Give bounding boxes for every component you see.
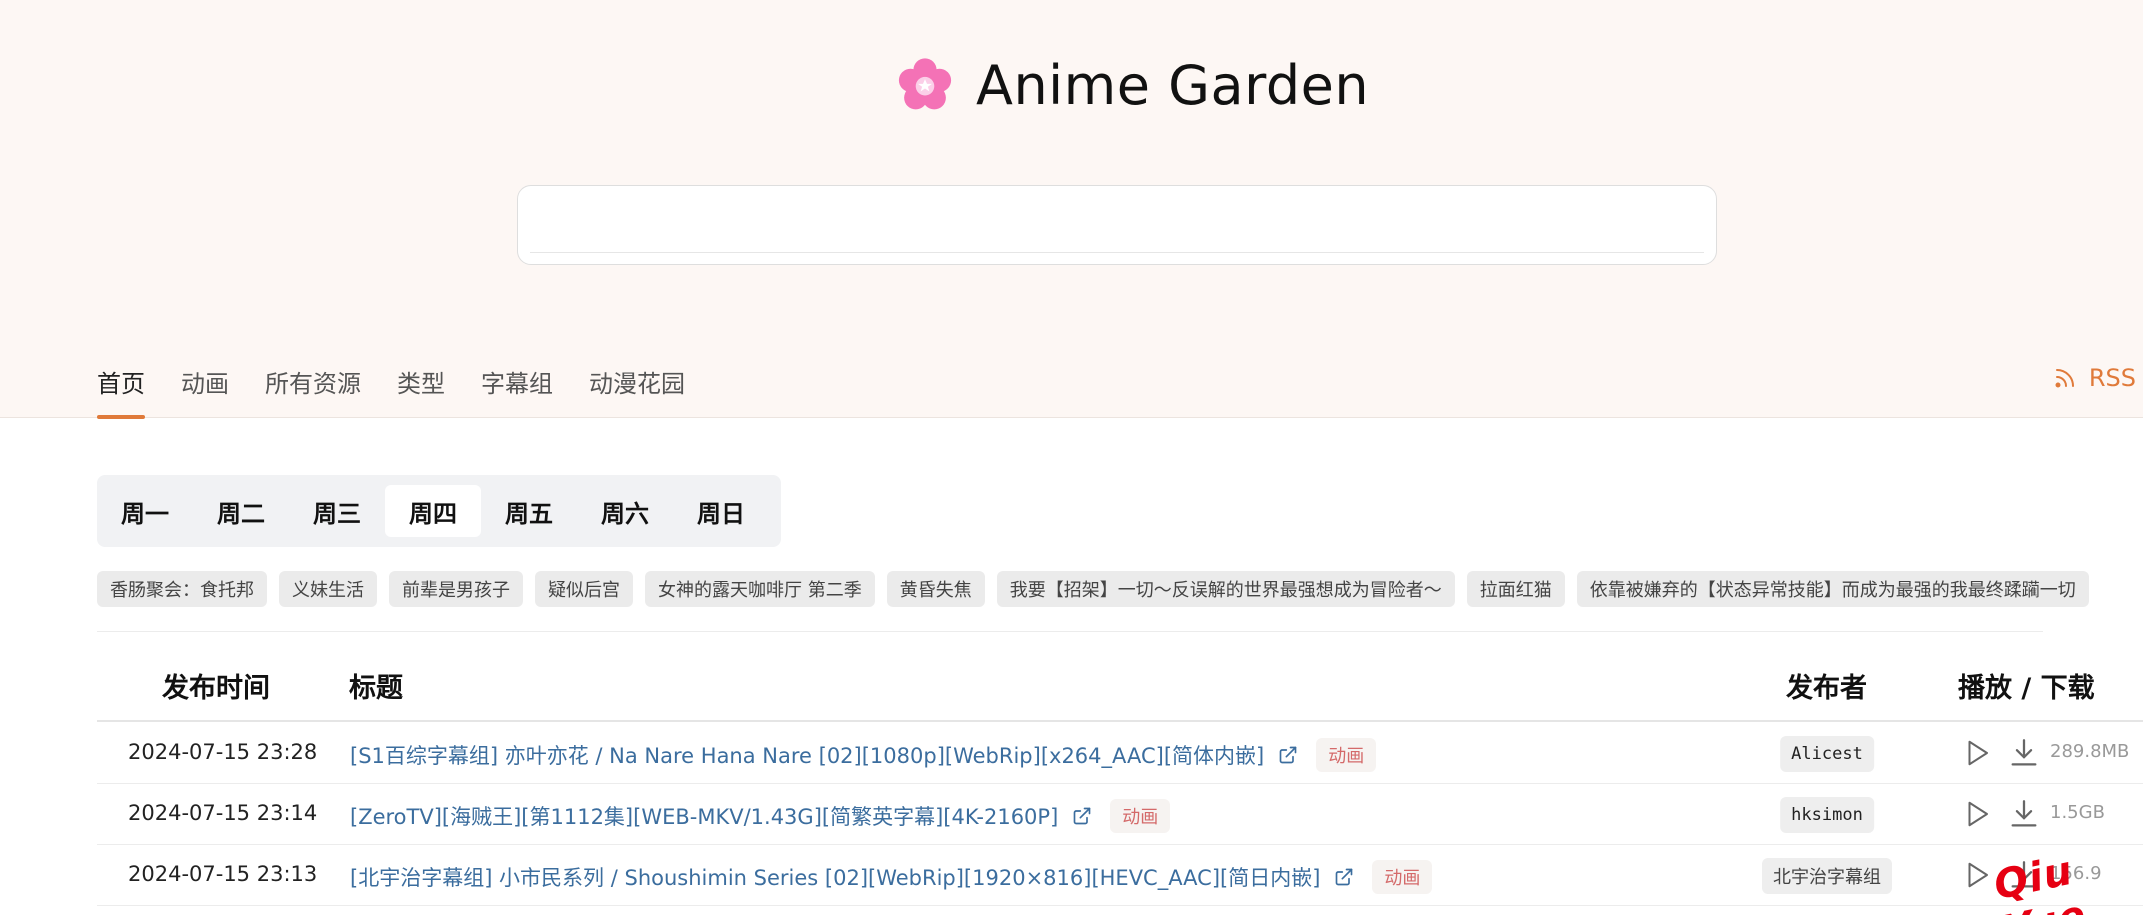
table-row: 2024-07-15 23:13 [北宇治字幕组] 小市民系列 / Shoush… bbox=[97, 845, 2143, 906]
external-link-icon[interactable] bbox=[1072, 806, 1092, 826]
search-underline bbox=[530, 252, 1704, 253]
title-cell: [北宇治字幕组] 小市民系列 / Shoushimin Series [02][… bbox=[350, 860, 1433, 894]
anime-tag-list: 香肠聚会：食托邦 义妹生活 前辈是男孩子 疑似后宫 女神的露天咖啡厅 第二季 黄… bbox=[97, 571, 2089, 607]
publish-time: 2024-07-15 23:13 bbox=[128, 862, 318, 886]
title-cell: [ZeroTV][海贼王][第1112集][WEB-MKV/1.43G][简繁英… bbox=[350, 799, 1171, 833]
anime-tag[interactable]: 义妹生活 bbox=[279, 571, 377, 607]
play-icon[interactable] bbox=[1962, 799, 1992, 829]
table-row: 2024-07-15 23:14 [ZeroTV][海贼王][第1112集][W… bbox=[97, 784, 2143, 845]
weekday-tabs: 周一 周二 周三 周四 周五 周六 周日 bbox=[97, 475, 781, 547]
publisher-badge[interactable]: hksimon bbox=[1780, 797, 1874, 833]
sakura-icon bbox=[898, 58, 952, 110]
weekday-tab-tue[interactable]: 周二 bbox=[193, 485, 289, 537]
anime-tag[interactable]: 我要【招架】一切〜反误解的世界最强想成为冒险者〜 bbox=[996, 571, 1455, 607]
col-header-time: 发布时间 bbox=[162, 673, 270, 704]
publish-time: 2024-07-15 23:14 bbox=[128, 801, 318, 825]
download-icon[interactable] bbox=[2007, 797, 2041, 831]
rss-icon bbox=[2055, 369, 2074, 388]
nav-item-all-resources[interactable]: 所有资源 bbox=[265, 364, 361, 418]
file-size: 1.5GB bbox=[2050, 802, 2105, 823]
weekday-tab-wed[interactable]: 周三 bbox=[289, 485, 385, 537]
anime-tag[interactable]: 疑似后宫 bbox=[535, 571, 633, 607]
resource-title-link[interactable]: [S1百综字幕组] 亦叶亦花 / Na Nare Hana Nare [02][… bbox=[350, 740, 1264, 770]
weekday-tab-fri[interactable]: 周五 bbox=[481, 485, 577, 537]
search-box[interactable] bbox=[517, 185, 1717, 265]
type-badge[interactable]: 动画 bbox=[1110, 799, 1171, 833]
resource-title-link[interactable]: [北宇治字幕组] 小市民系列 / Shoushimin Series [02][… bbox=[350, 862, 1320, 892]
anime-tag[interactable]: 黄昏失焦 bbox=[886, 571, 985, 607]
type-badge[interactable]: 动画 bbox=[1316, 738, 1377, 772]
download-icon[interactable] bbox=[2007, 736, 2041, 770]
nav-item-dmhy[interactable]: 动漫花园 bbox=[589, 364, 685, 418]
resource-table-header: 发布时间 标题 发布者 播放 / 下载 bbox=[97, 660, 2143, 722]
header: Anime Garden 首页 动画 所有资源 类型 字幕组 动漫花园 RSS bbox=[0, 0, 2143, 419]
external-link-icon[interactable] bbox=[1278, 745, 1298, 765]
publish-time: 2024-07-15 23:28 bbox=[128, 740, 318, 764]
external-link-icon[interactable] bbox=[1334, 867, 1354, 887]
anime-tag[interactable]: 前辈是男孩子 bbox=[389, 571, 523, 607]
nav-item-home[interactable]: 首页 bbox=[97, 364, 145, 419]
main-nav: 首页 动画 所有资源 类型 字幕组 动漫花园 bbox=[97, 364, 721, 419]
weekday-tab-thu[interactable]: 周四 bbox=[385, 485, 481, 537]
site-title: Anime Garden bbox=[976, 53, 1370, 117]
play-icon[interactable] bbox=[1962, 860, 1992, 890]
nav-item-anime[interactable]: 动画 bbox=[181, 364, 229, 418]
section-divider bbox=[97, 631, 2043, 632]
anime-tag[interactable]: 拉面红猫 bbox=[1466, 571, 1565, 607]
publisher-badge[interactable]: 北宇治字幕组 bbox=[1762, 858, 1892, 894]
table-row: 2024-07-15 23:28 [S1百综字幕组] 亦叶亦花 / Na Nar… bbox=[97, 723, 2143, 784]
nav-item-types[interactable]: 类型 bbox=[397, 364, 445, 418]
anime-tag[interactable]: 依靠被嫌弃的【状态异常技能】而成为最强的我最终蹂躏一切 bbox=[1576, 571, 2089, 607]
rss-link[interactable]: RSS bbox=[2053, 364, 2136, 392]
publisher-badge[interactable]: Alicest bbox=[1780, 736, 1874, 772]
brand[interactable]: Anime Garden bbox=[896, 52, 1369, 118]
type-badge[interactable]: 动画 bbox=[1372, 860, 1433, 894]
anime-tag[interactable]: 女神的露天咖啡厅 第二季 bbox=[645, 571, 875, 607]
col-header-publisher: 发布者 bbox=[1786, 673, 1867, 704]
nav-item-fansub[interactable]: 字幕组 bbox=[481, 364, 553, 418]
rss-label: RSS bbox=[2088, 364, 2136, 392]
weekday-tab-sun[interactable]: 周日 bbox=[673, 485, 769, 537]
anime-tag[interactable]: 香肠聚会：食托邦 bbox=[97, 571, 267, 607]
title-cell: [S1百综字幕组] 亦叶亦花 / Na Nare Hana Nare [02][… bbox=[350, 738, 1377, 772]
file-size: 289.8MB bbox=[2050, 741, 2130, 762]
search-input[interactable] bbox=[528, 198, 1706, 238]
weekday-tab-sat[interactable]: 周六 bbox=[577, 485, 673, 537]
col-header-actions: 播放 / 下载 bbox=[1958, 673, 2095, 704]
resource-title-link[interactable]: [ZeroTV][海贼王][第1112集][WEB-MKV/1.43G][简繁英… bbox=[350, 801, 1058, 831]
weekday-tab-mon[interactable]: 周一 bbox=[97, 485, 193, 537]
col-header-title: 标题 bbox=[349, 673, 403, 704]
play-icon[interactable] bbox=[1962, 738, 1992, 768]
